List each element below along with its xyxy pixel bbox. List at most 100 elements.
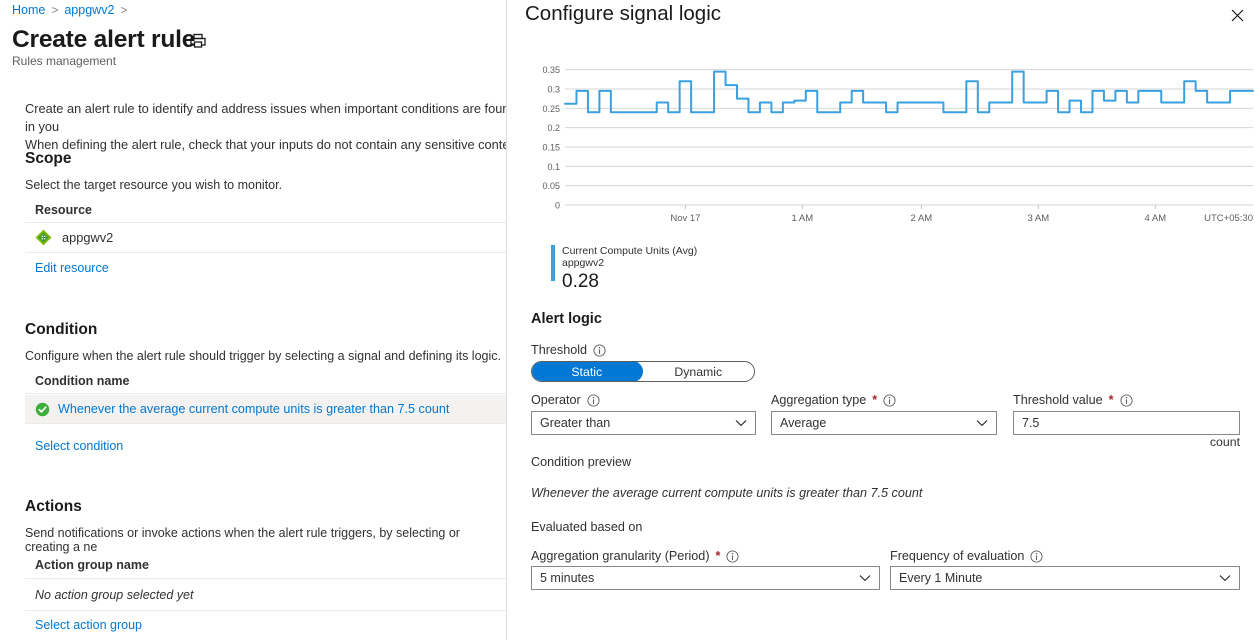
- divider: [25, 393, 506, 394]
- threshold-label-text: Threshold: [531, 343, 588, 357]
- svg-text:0.35: 0.35: [542, 65, 560, 75]
- required-asterisk: *: [872, 393, 878, 407]
- metric-chart[interactable]: 0 0.05 0.1 0.15 0.2 0.25 0.3 0.35 Nov 17 1 AM 2 AM…: [525, 52, 1255, 237]
- info-icon[interactable]: [1030, 549, 1043, 563]
- info-icon[interactable]: [593, 343, 606, 357]
- aggregation-type-value: Average: [780, 416, 827, 430]
- page-title: Create alert rule: [12, 26, 196, 53]
- condition-preview-text: Whenever the average current compute uni…: [531, 486, 923, 500]
- legend-current-value: 0.28: [562, 270, 599, 292]
- action-group-column-header: Action group name: [35, 558, 149, 572]
- svg-text:0.25: 0.25: [542, 104, 560, 114]
- threshold-option-static[interactable]: Static: [532, 362, 643, 381]
- divider: [25, 578, 506, 579]
- aggregation-type-select[interactable]: Average: [771, 411, 997, 435]
- breadcrumb: Home > appgwv2 >: [12, 3, 127, 17]
- create-alert-rule-pane: Home > appgwv2 > Create alert rule Rules…: [0, 0, 506, 640]
- info-icon[interactable]: [587, 393, 600, 407]
- threshold-value-label-text: Threshold value: [1013, 393, 1103, 407]
- aggregation-granularity-label-text: Aggregation granularity (Period): [531, 549, 710, 563]
- threshold-label: Threshold: [531, 343, 606, 357]
- svg-text:2 AM: 2 AM: [911, 213, 933, 224]
- application-gateway-icon: [35, 229, 52, 246]
- actions-heading: Actions: [25, 498, 82, 515]
- svg-text:0.3: 0.3: [547, 85, 560, 95]
- check-circle-icon: [35, 402, 50, 417]
- svg-text:UTC+05:30: UTC+05:30: [1204, 213, 1253, 224]
- close-icon[interactable]: [1226, 4, 1248, 26]
- operator-select[interactable]: Greater than: [531, 411, 756, 435]
- aggregation-type-label: Aggregation type *: [771, 393, 896, 407]
- page-subtitle: Rules management: [12, 54, 117, 68]
- condition-column-header: Condition name: [35, 374, 130, 388]
- divider: [25, 252, 506, 253]
- chevron-down-icon: [735, 419, 747, 427]
- aggregation-granularity-select[interactable]: 5 minutes: [531, 566, 880, 590]
- divider: [25, 423, 506, 424]
- condition-row[interactable]: Whenever the average current compute uni…: [25, 395, 506, 423]
- condition-preview-heading: Condition preview: [531, 455, 632, 469]
- threshold-value-input[interactable]: 7.5: [1013, 411, 1240, 435]
- blade-title: Configure signal logic: [525, 2, 722, 25]
- legend-color-swatch: [551, 245, 555, 281]
- intro-line-2: When defining the alert rule, check that…: [25, 137, 506, 152]
- select-action-group-link[interactable]: Select action group: [35, 618, 142, 632]
- svg-text:3 AM: 3 AM: [1028, 213, 1050, 224]
- scope-heading: Scope: [25, 150, 72, 167]
- condition-item-text[interactable]: Whenever the average current compute uni…: [58, 402, 449, 416]
- legend-resource-name: appgwv2: [562, 257, 605, 270]
- frequency-of-evaluation-select[interactable]: Every 1 Minute: [890, 566, 1240, 590]
- operator-value: Greater than: [540, 416, 611, 430]
- svg-text:0.15: 0.15: [542, 143, 560, 153]
- svg-text:1 AM: 1 AM: [792, 213, 814, 224]
- chevron-down-icon: [1219, 574, 1231, 582]
- threshold-unit-label: count: [1209, 435, 1240, 449]
- edit-resource-link[interactable]: Edit resource: [35, 261, 109, 275]
- print-icon[interactable]: [188, 31, 208, 51]
- chevron-down-icon: [859, 574, 871, 582]
- operator-label: Operator: [531, 393, 600, 407]
- threshold-value-text: 7.5: [1022, 416, 1040, 430]
- intro-text: Create an alert rule to identify and add…: [25, 100, 506, 154]
- svg-text:0.1: 0.1: [547, 162, 560, 172]
- chevron-down-icon: [976, 419, 988, 427]
- svg-text:Nov 17: Nov 17: [670, 213, 700, 224]
- intro-line-1: Create an alert rule to identify and add…: [25, 101, 506, 134]
- divider: [25, 222, 506, 223]
- frequency-of-evaluation-label: Frequency of evaluation: [890, 549, 1043, 563]
- resource-column-header: Resource: [35, 203, 92, 217]
- resource-row[interactable]: appgwv2: [35, 229, 113, 246]
- alert-logic-heading: Alert logic: [531, 311, 602, 327]
- svg-text:4 AM: 4 AM: [1144, 213, 1166, 224]
- threshold-type-toggle[interactable]: Static Dynamic: [531, 361, 755, 382]
- actions-description: Send notifications or invoke actions whe…: [25, 526, 460, 554]
- info-icon[interactable]: [1119, 393, 1133, 407]
- breadcrumb-item-appgwv2[interactable]: appgwv2: [64, 3, 114, 17]
- configure-signal-logic-blade: Configure signal logic 0 0.05 0.1 0.15 0.2 0.…: [506, 0, 1255, 640]
- condition-description: Configure when the alert rule should tri…: [25, 349, 501, 363]
- action-group-empty-text: No action group selected yet: [35, 588, 194, 602]
- breadcrumb-item-home[interactable]: Home: [12, 3, 45, 17]
- info-icon[interactable]: [883, 393, 896, 407]
- aggregation-granularity-label: Aggregation granularity (Period) *: [531, 549, 739, 563]
- aggregation-type-label-text: Aggregation type: [771, 393, 867, 407]
- legend-metric-name: Current Compute Units (Avg): [562, 245, 698, 257]
- select-condition-link[interactable]: Select condition: [35, 439, 123, 453]
- scope-description: Select the target resource you wish to m…: [25, 178, 283, 192]
- resource-name: appgwv2: [62, 230, 114, 245]
- required-asterisk: *: [1108, 393, 1114, 407]
- operator-label-text: Operator: [531, 393, 581, 407]
- chart-legend: Current Compute Units (Avg) appgwv2 0.28: [551, 245, 697, 293]
- divider: [25, 610, 506, 611]
- condition-heading: Condition: [25, 321, 98, 338]
- svg-text:0.05: 0.05: [542, 181, 560, 191]
- required-asterisk: *: [715, 549, 721, 563]
- frequency-of-evaluation-label-text: Frequency of evaluation: [890, 549, 1025, 563]
- threshold-value-label: Threshold value *: [1013, 393, 1133, 407]
- threshold-option-dynamic[interactable]: Dynamic: [643, 362, 755, 381]
- frequency-of-evaluation-value: Every 1 Minute: [899, 571, 983, 585]
- aggregation-granularity-value: 5 minutes: [540, 571, 595, 585]
- svg-text:0: 0: [555, 201, 560, 211]
- info-icon[interactable]: [726, 549, 739, 563]
- breadcrumb-separator-2: >: [120, 3, 128, 17]
